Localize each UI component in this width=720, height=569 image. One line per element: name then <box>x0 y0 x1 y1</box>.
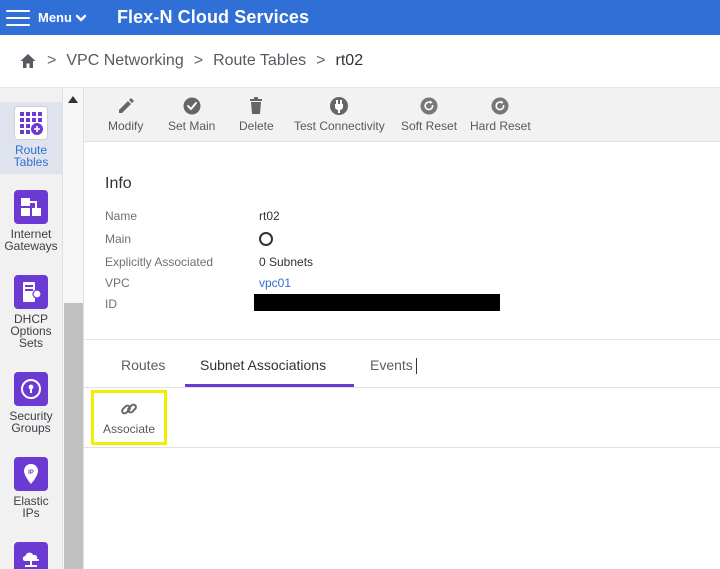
section-divider <box>84 339 720 340</box>
route-tables-icon <box>14 106 48 140</box>
security-groups-icon <box>14 372 48 406</box>
set-main-label: Set Main <box>168 119 216 133</box>
modify-button[interactable]: Modify <box>108 96 143 133</box>
left-nav-rail: Route Tables Internet Gateways DHCP Options… <box>0 88 62 569</box>
trash-icon <box>250 97 263 114</box>
chevron-down-icon <box>75 14 87 21</box>
breadcrumb: > VPC Networking > Route Tables > rt02 <box>0 35 720 88</box>
main-status-circle-icon <box>259 232 273 246</box>
link-icon <box>121 403 137 415</box>
associate-toolbar-border <box>84 447 720 448</box>
refresh-icon <box>420 97 438 115</box>
home-icon[interactable] <box>19 52 37 70</box>
plug-icon <box>330 97 349 115</box>
internet-gateways-icon <box>14 190 48 224</box>
main-label: Main <box>105 232 132 246</box>
svg-text:IP: IP <box>28 470 34 476</box>
action-toolbar: Modify Set Main Delete Test Connectivity… <box>84 88 720 142</box>
explicitly-associated-value: 0 Subnets <box>259 255 314 269</box>
breadcrumb-separator: > <box>316 52 326 69</box>
modify-label: Modify <box>108 119 144 133</box>
check-circle-icon <box>183 97 201 115</box>
rail-item-elastic-ips[interactable]: IP Elastic IPs <box>0 457 62 519</box>
breadcrumb-vpc-networking[interactable]: VPC Networking <box>66 52 183 70</box>
rail-item-route-tables[interactable]: Route Tables <box>0 102 62 174</box>
soft-reset-button[interactable]: Soft Reset <box>401 96 457 133</box>
nav-scrollbar[interactable] <box>62 88 84 569</box>
breadcrumb-route-tables[interactable]: Route Tables <box>213 52 306 70</box>
hamburger-icon <box>6 9 30 26</box>
refresh-icon <box>491 97 509 115</box>
menu-button[interactable]: Menu <box>0 0 87 35</box>
rail-item-internet-gateways[interactable]: Internet Gateways <box>0 190 62 252</box>
breadcrumb-current: rt02 <box>335 52 364 69</box>
associate-label: Associate <box>102 422 156 436</box>
rail-item-cloud-network[interactable] <box>0 542 62 569</box>
scroll-up-arrow-icon[interactable] <box>68 96 78 103</box>
rail-item-label: DHCP Options Sets <box>10 312 52 350</box>
tab-subnet-associations[interactable]: Subnet Associations <box>200 357 326 373</box>
menu-label: Menu <box>38 10 72 25</box>
tabs-border <box>84 387 720 388</box>
hard-reset-label: Hard Reset <box>470 119 531 133</box>
rail-item-label: Elastic IPs <box>13 494 49 520</box>
pencil-icon <box>118 98 134 113</box>
tab-routes[interactable]: Routes <box>121 357 165 373</box>
set-main-button[interactable]: Set Main <box>168 96 215 133</box>
associate-button[interactable]: Associate <box>91 390 167 445</box>
info-heading: Info <box>105 175 132 192</box>
top-bar: Menu Flex-N Cloud Services <box>0 0 720 35</box>
dhcp-options-icon <box>14 275 48 309</box>
soft-reset-label: Soft Reset <box>401 119 458 133</box>
delete-button[interactable]: Delete <box>239 96 274 133</box>
breadcrumb-separator: > <box>193 52 204 69</box>
scrollbar-thumb[interactable] <box>64 303 83 569</box>
test-connectivity-button[interactable]: Test Connectivity <box>294 96 385 133</box>
name-label: Name <box>105 209 138 223</box>
breadcrumb-separator: > <box>47 52 57 69</box>
rail-item-security-groups[interactable]: Security Groups <box>0 372 62 434</box>
id-value-redacted <box>254 294 500 311</box>
cloud-network-icon <box>14 542 48 569</box>
text-cursor <box>416 358 417 374</box>
elastic-ips-icon: IP <box>14 457 48 491</box>
test-connectivity-label: Test Connectivity <box>294 119 385 133</box>
rail-item-label: Route Tables <box>13 143 49 169</box>
rail-item-label: Security Groups <box>9 409 53 435</box>
vpc-label: VPC <box>105 276 130 290</box>
rail-item-label: Internet Gateways <box>4 227 58 253</box>
hard-reset-button[interactable]: Hard Reset <box>470 96 531 133</box>
rail-item-dhcp-options-sets[interactable]: DHCP Options Sets <box>0 275 62 349</box>
explicitly-associated-label: Explicitly Associated <box>105 255 214 269</box>
delete-label: Delete <box>239 119 274 133</box>
id-label: ID <box>105 297 117 311</box>
name-value: rt02 <box>259 209 280 223</box>
tab-events[interactable]: Events <box>370 357 413 373</box>
app-title: Flex-N Cloud Services <box>116 7 310 27</box>
vpc-link[interactable]: vpc01 <box>259 276 291 290</box>
